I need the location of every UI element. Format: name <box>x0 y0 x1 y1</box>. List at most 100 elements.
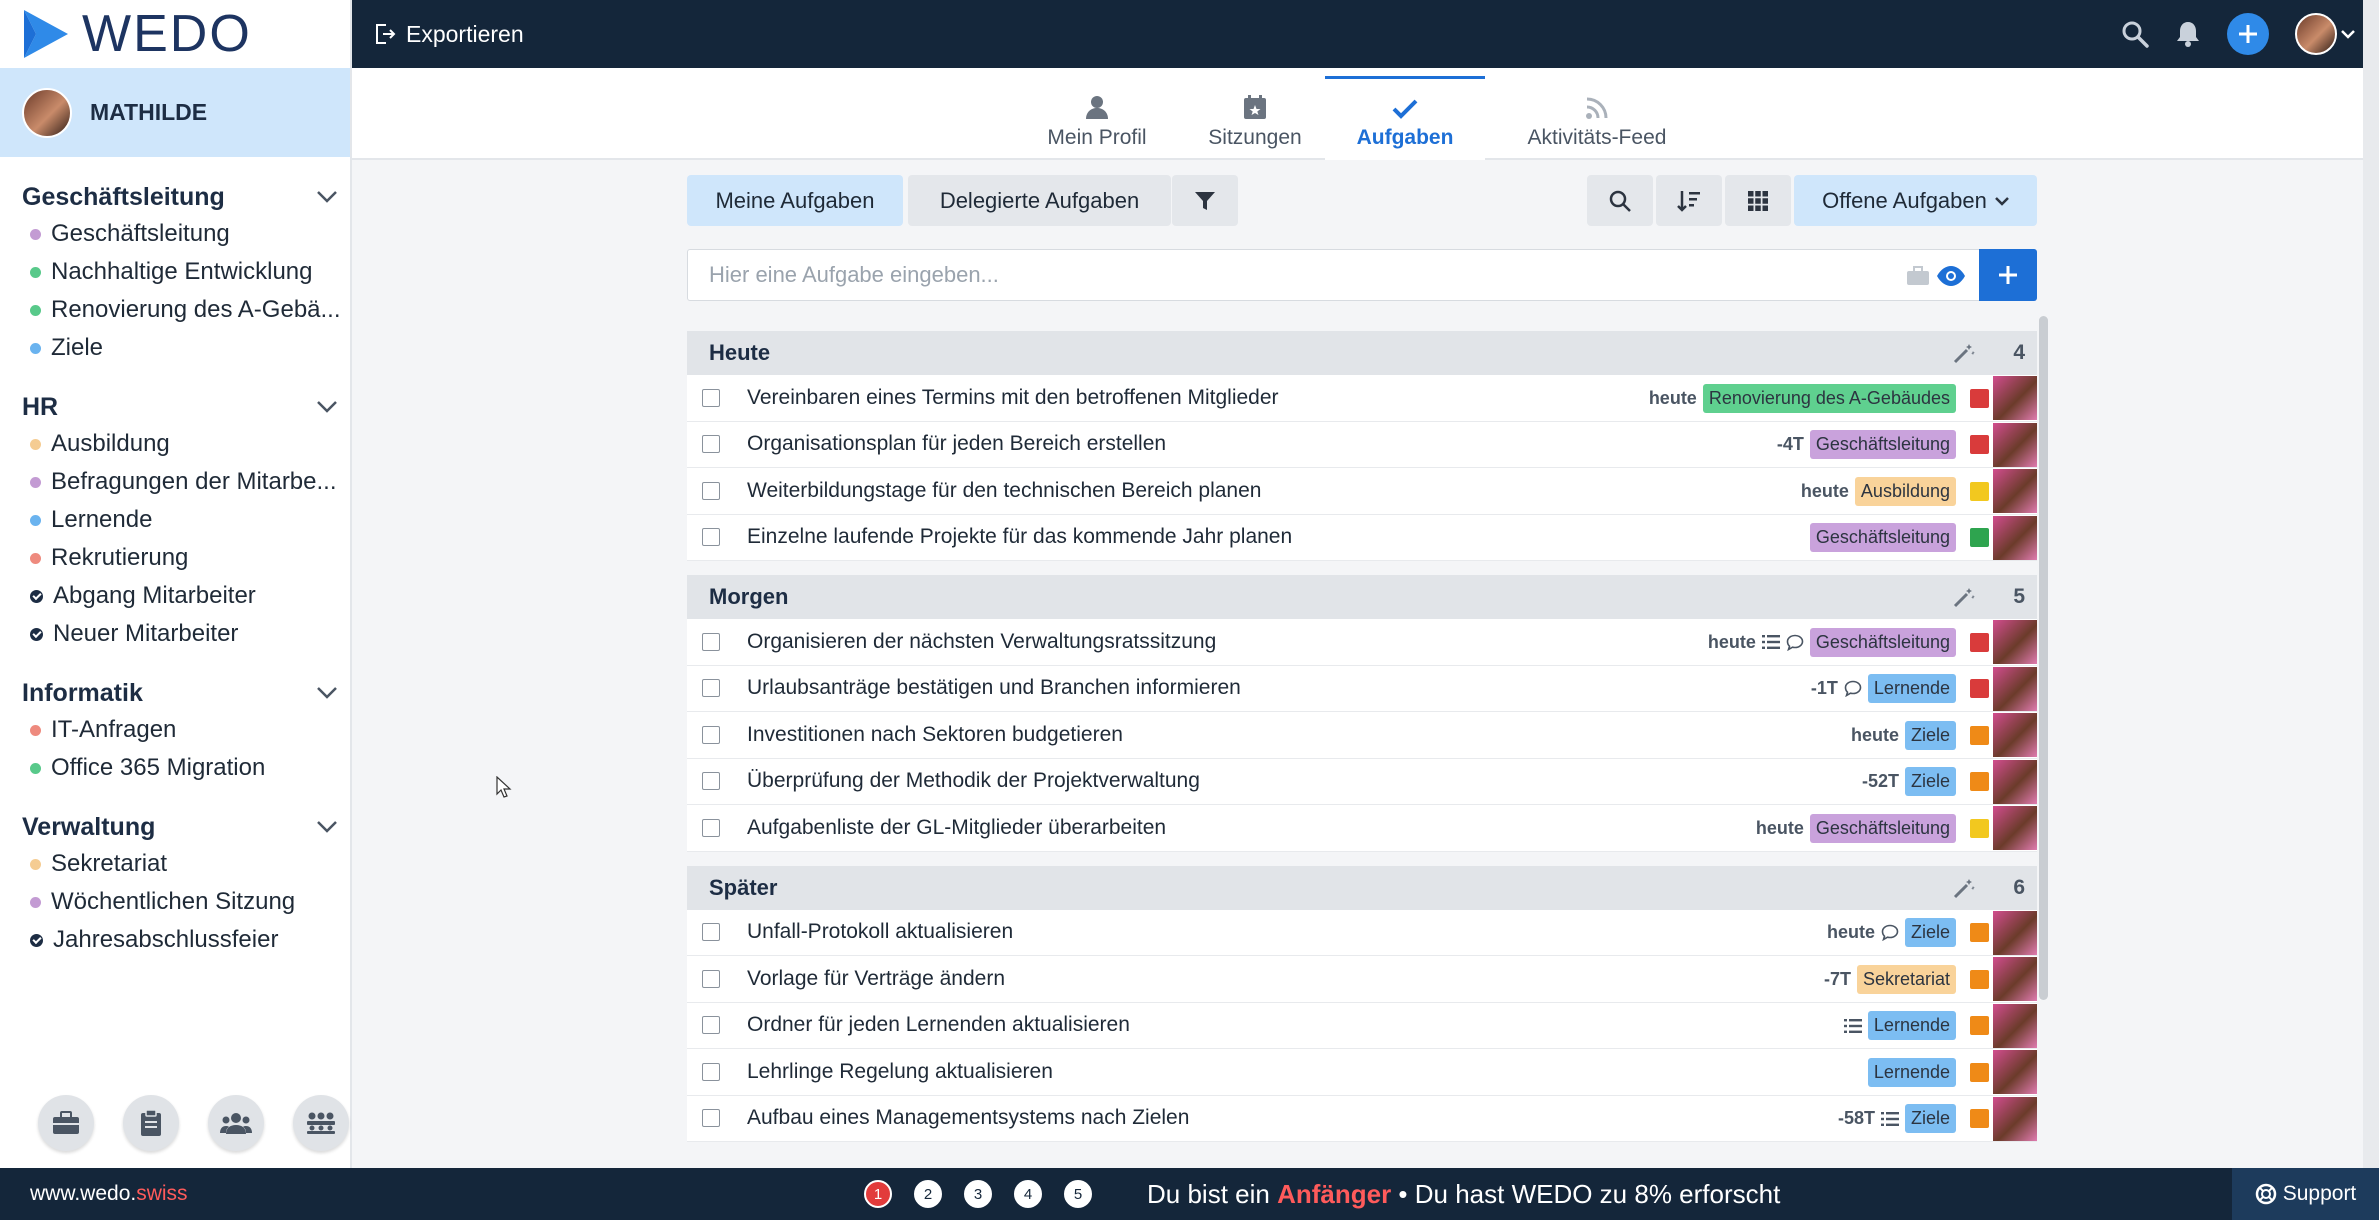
chevron-down-icon[interactable] <box>316 190 338 204</box>
priority-indicator[interactable] <box>1970 1016 1989 1035</box>
task-checkbox[interactable] <box>702 969 720 988</box>
assignee-avatar[interactable] <box>1993 620 2037 664</box>
task-checkbox[interactable] <box>702 388 720 407</box>
task-checkbox[interactable] <box>702 923 720 942</box>
page-scrollbar[interactable] <box>2363 0 2379 1168</box>
priority-indicator[interactable] <box>1970 481 1989 501</box>
logo[interactable]: WEDO <box>0 0 350 68</box>
task-input[interactable] <box>689 251 1879 299</box>
assignee-avatar[interactable] <box>1993 957 2037 1001</box>
task-tag[interactable]: Ziele <box>1904 767 1956 796</box>
tab-aktivitaets-feed[interactable]: Aktivitäts-Feed <box>1492 76 1702 160</box>
sidebar-item[interactable]: Nachhaltige Entwicklung <box>0 253 350 291</box>
task-tag[interactable]: Renovierung des A-Gebäudes <box>1702 383 1956 413</box>
task-row[interactable]: Vorlage für Verträge ändern -7T Sekretaria… <box>687 956 2037 1003</box>
task-tag[interactable]: Ziele <box>1904 1104 1956 1133</box>
assignee-avatar[interactable] <box>1993 422 2037 467</box>
filter-button[interactable] <box>1172 175 1238 226</box>
priority-indicator[interactable] <box>1970 1109 1989 1128</box>
assignee-avatar[interactable] <box>1993 1096 2037 1141</box>
task-tag[interactable]: Geschäftsleitung <box>1809 523 1956 552</box>
task-row[interactable]: Unfall-Protokoll aktualisieren heute Ziele <box>687 909 2037 956</box>
task-row[interactable]: Lehrlinge Regelung aktualisieren Lernende <box>687 1049 2037 1096</box>
task-tag[interactable]: Ziele <box>1904 918 1956 947</box>
sidebar-item[interactable]: Ziele <box>0 329 350 367</box>
sidebar-item[interactable]: Renovierung des A-Gebä... <box>0 291 350 329</box>
task-checkbox[interactable] <box>702 632 720 651</box>
sidebar-item[interactable]: Rekrutierung <box>0 539 350 577</box>
task-row[interactable]: Vereinbaren eines Termins mit den betrof… <box>687 375 2037 422</box>
task-tag[interactable]: Geschäftsleitung <box>1809 627 1956 657</box>
user-bar[interactable]: MATHILDE <box>0 68 350 157</box>
my-tasks-button[interactable]: Meine Aufgaben <box>687 175 903 226</box>
magic-wand-icon[interactable] <box>1953 877 1975 899</box>
task-checkbox[interactable] <box>702 1016 720 1035</box>
section-header[interactable]: Heute 4 <box>687 331 2037 375</box>
briefcase-icon[interactable] <box>1906 266 1930 286</box>
task-tag[interactable]: Ziele <box>1904 720 1956 750</box>
section-header[interactable]: Morgen 5 <box>687 575 2037 619</box>
assignee-avatar[interactable] <box>1993 1003 2037 1048</box>
search-icon[interactable] <box>2121 20 2149 48</box>
task-checkbox[interactable] <box>702 528 720 547</box>
progress-step[interactable]: 3 <box>964 1180 992 1208</box>
sidebar-item[interactable]: Office 365 Migration <box>0 749 350 787</box>
export-button[interactable]: Exportieren <box>374 21 524 48</box>
task-list-scrollbar[interactable] <box>2039 316 2048 1000</box>
sidebar-item[interactable]: Ausbildung <box>0 425 350 463</box>
priority-indicator[interactable] <box>1970 969 1989 989</box>
task-row[interactable]: Aufbau eines Managementsystems nach Ziel… <box>687 1095 2037 1142</box>
task-row[interactable]: Weiterbildungstage für den technischen B… <box>687 468 2037 515</box>
delegated-tasks-button[interactable]: Delegierte Aufgaben <box>908 175 1171 226</box>
tab-sitzungen[interactable]: Sitzungen <box>1190 76 1320 160</box>
progress-step[interactable]: 2 <box>914 1180 942 1208</box>
task-checkbox[interactable] <box>702 772 720 791</box>
task-checkbox[interactable] <box>702 725 720 744</box>
website-link[interactable]: www.wedo.swiss <box>30 1182 188 1206</box>
user-menu[interactable] <box>2295 13 2355 55</box>
sidebar-item[interactable]: Geschäftsleitung <box>0 215 350 253</box>
task-row[interactable]: Einzelne laufende Projekte für das komme… <box>687 514 2037 561</box>
priority-indicator[interactable] <box>1970 388 1989 408</box>
priority-indicator[interactable] <box>1970 818 1989 838</box>
assignee-avatar[interactable] <box>1993 666 2037 711</box>
task-row[interactable]: Organisieren der nächsten Verwaltungsrat… <box>687 619 2037 666</box>
chevron-down-icon[interactable] <box>316 820 338 834</box>
assignee-avatar[interactable] <box>1993 713 2037 757</box>
sidebar-item[interactable]: Wöchentlichen Sitzung <box>0 883 350 921</box>
sidebar-group-header[interactable]: Geschäftsleitung <box>0 179 350 215</box>
progress-step[interactable]: 1 <box>864 1180 892 1208</box>
task-tag[interactable]: Sekretariat <box>1856 964 1956 994</box>
task-tag[interactable]: Geschäftsleitung <box>1809 430 1956 459</box>
task-row[interactable]: Ordner für jeden Lernenden aktualisieren… <box>687 1002 2037 1049</box>
task-checkbox[interactable] <box>702 435 720 454</box>
tab-aufgaben[interactable]: Aufgaben <box>1325 76 1485 160</box>
tab-mein-profil[interactable]: Mein Profil <box>1027 76 1167 160</box>
task-tag[interactable]: Geschäftsleitung <box>1809 813 1956 843</box>
assignee-avatar[interactable] <box>1993 1050 2037 1094</box>
sidebar-item[interactable]: Jahresabschlussfeier <box>0 921 350 959</box>
sidebar-item[interactable]: Sekretariat <box>0 845 350 883</box>
eye-icon[interactable] <box>1936 265 1966 287</box>
task-checkbox[interactable] <box>702 679 720 698</box>
progress-step[interactable]: 4 <box>1014 1180 1042 1208</box>
chevron-down-icon[interactable] <box>316 400 338 414</box>
task-checkbox[interactable] <box>702 818 720 837</box>
add-new-button[interactable] <box>2227 13 2269 55</box>
section-header[interactable]: Später 6 <box>687 865 2037 910</box>
add-task-button[interactable] <box>1979 249 2037 301</box>
task-tag[interactable]: Lernende <box>1867 674 1956 703</box>
task-checkbox[interactable] <box>702 1109 720 1128</box>
sidebar-item[interactable]: IT-Anfragen <box>0 711 350 749</box>
assignee-avatar[interactable] <box>1993 910 2037 955</box>
task-row[interactable]: Organisationsplan für jeden Bereich erst… <box>687 421 2037 468</box>
assignee-avatar[interactable] <box>1993 759 2037 804</box>
sidebar-item[interactable]: Lernende <box>0 501 350 539</box>
task-row[interactable]: Aufgabenliste der GL-Mitglieder überarbe… <box>687 805 2037 852</box>
magic-wand-icon[interactable] <box>1953 342 1975 364</box>
task-row[interactable]: Urlaubsanträge bestätigen und Branchen i… <box>687 665 2037 712</box>
magic-wand-icon[interactable] <box>1953 586 1975 608</box>
task-row[interactable]: Überprüfung der Methodik der Projektverw… <box>687 758 2037 805</box>
sidebar-group-header[interactable]: Informatik <box>0 675 350 711</box>
task-checkbox[interactable] <box>702 481 720 500</box>
